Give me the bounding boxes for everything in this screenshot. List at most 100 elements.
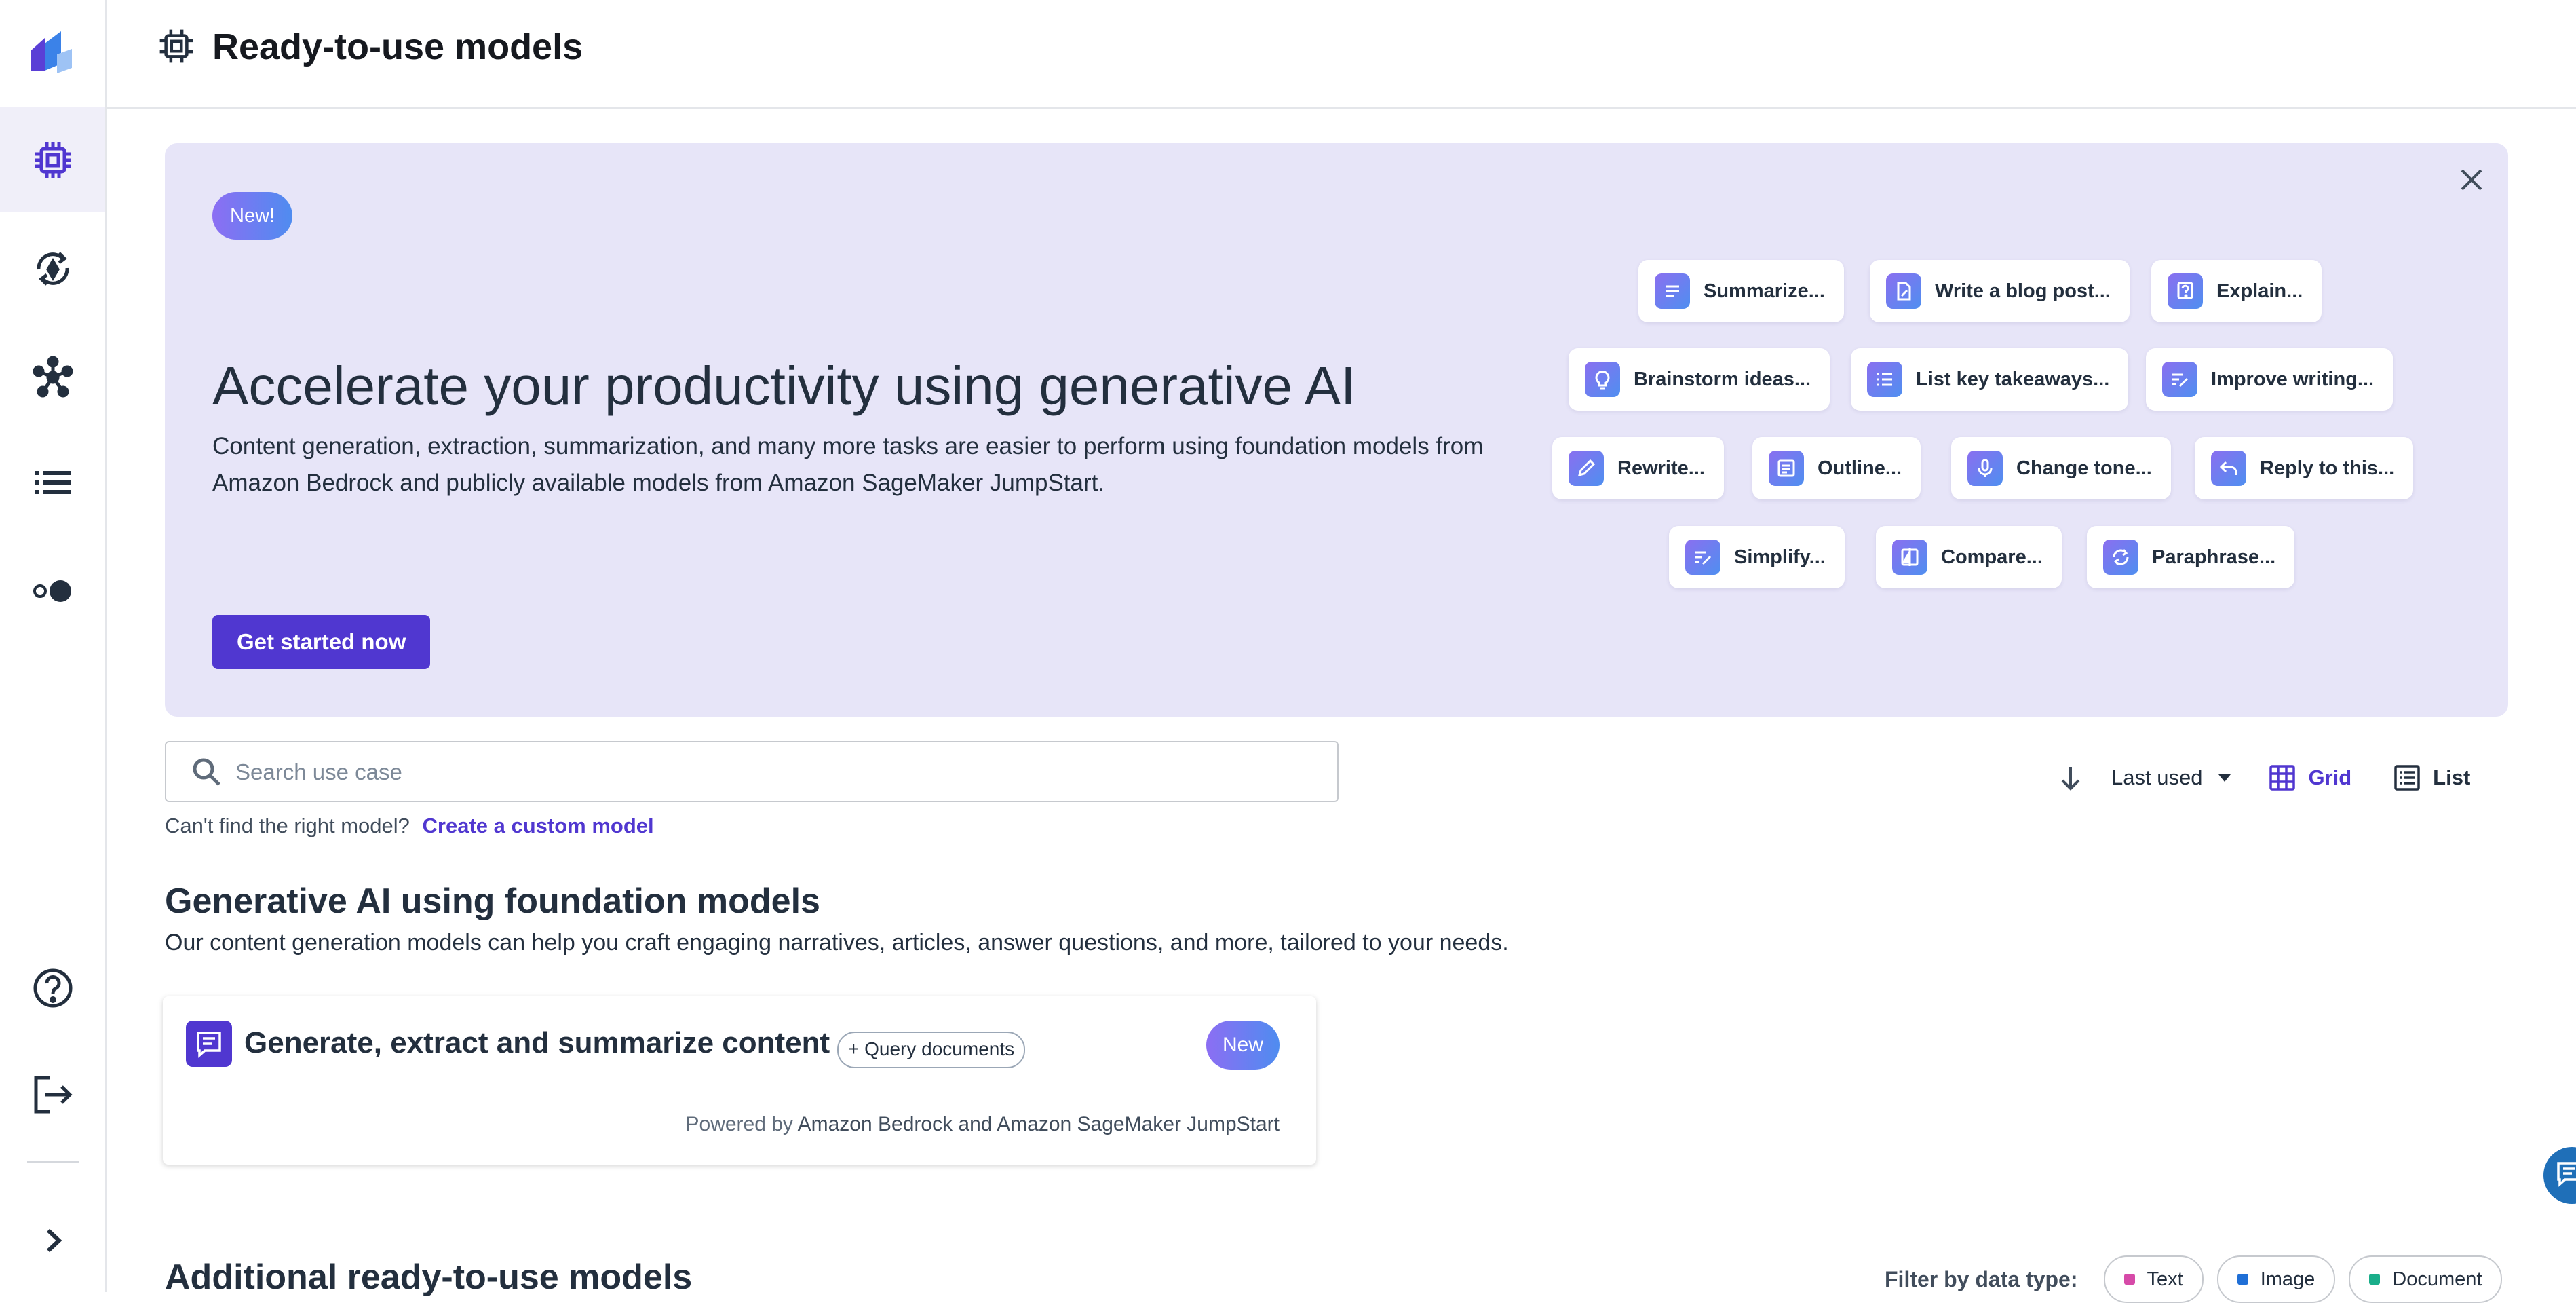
sort-direction-button[interactable] [2056, 763, 2085, 793]
sidebar-item-ready-to-use-models[interactable] [0, 107, 105, 212]
prompt-chip-label: Outline... [1818, 457, 1902, 479]
foundation-section-description: Our content generation models can help y… [165, 930, 1509, 956]
filter-chip-label: Image [2260, 1268, 2315, 1290]
prompt-chip-label: Brainstorm ideas... [1634, 368, 1811, 390]
refresh-model-icon [36, 251, 69, 286]
prompt-chip-summarize[interactable]: Summarize... [1638, 260, 1844, 322]
text-color-dot [2123, 1274, 2135, 1285]
generative-ai-banner: New! Accelerate your productivity using … [165, 143, 2508, 717]
prompt-chip-outline[interactable]: Outline... [1752, 437, 1921, 499]
search-icon [193, 758, 220, 786]
sidebar-item-data-wrangler[interactable] [0, 324, 105, 430]
sort-select-value: Last used [2111, 766, 2203, 789]
chip-icon [34, 141, 71, 178]
document-edit-icon [1886, 273, 1921, 309]
image-color-dot [2237, 1274, 2248, 1285]
sidebar-expand[interactable] [0, 1188, 105, 1293]
bullet-list-icon [1867, 362, 1902, 397]
filter-chip-label: Document [2392, 1268, 2482, 1290]
prompt-chip-paraphrase[interactable]: Paraphrase... [2087, 526, 2295, 588]
microphone-icon [1967, 451, 2003, 486]
sidebar [0, 0, 107, 1292]
new-badge: New! [212, 192, 293, 240]
prompt-chip-brainstorm[interactable]: Brainstorm ideas... [1569, 348, 1830, 411]
chip-icon [159, 29, 193, 63]
powered-by-value: Amazon Bedrock and Amazon SageMaker Jump… [797, 1113, 1280, 1135]
outline-icon [1769, 451, 1804, 486]
arrow-down-icon [2061, 767, 2080, 791]
prompt-chip-list-takeaways[interactable]: List key takeaways... [1851, 348, 2129, 411]
filter-chip-label: Text [2147, 1268, 2183, 1290]
sidebar-item-help[interactable] [0, 935, 105, 1040]
prompt-chip-label: Reply to this... [2260, 457, 2395, 479]
reply-icon [2211, 451, 2246, 486]
expand-chevron-icon [46, 1228, 62, 1252]
canvas-logo[interactable] [27, 29, 76, 77]
search-input[interactable] [234, 742, 1322, 802]
list-view-icon [2394, 765, 2420, 791]
prompt-chip-rewrite[interactable]: Rewrite... [1552, 437, 1724, 499]
prompt-chip-label: Write a blog post... [1935, 280, 2111, 302]
sort-select[interactable]: Last used [2111, 766, 2233, 790]
list-view-toggle[interactable]: List [2392, 763, 2470, 793]
sidebar-item-sign-out[interactable] [0, 1042, 105, 1147]
grid-icon [2269, 765, 2296, 791]
prompt-chip-improve-writing[interactable]: Improve writing... [2146, 348, 2394, 411]
lines-icon [1655, 273, 1690, 309]
sidebar-item-datasets[interactable] [0, 430, 105, 535]
card-title: Generate, extract and summarize content [244, 1026, 830, 1059]
lightbulb-icon [1585, 362, 1620, 397]
prompt-chip-change-tone[interactable]: Change tone... [1951, 437, 2171, 499]
prompt-chip-write-blog-post[interactable]: Write a blog post... [1870, 260, 2130, 322]
custom-model-helper: Can't find the right model? Create a cus… [165, 814, 654, 838]
filter-chip-document[interactable]: Document [2349, 1255, 2503, 1303]
list-view-label: List [2433, 766, 2471, 789]
banner-description: Content generation, extraction, summariz… [212, 433, 1484, 496]
prompt-chip-label: Compare... [1941, 546, 2043, 568]
generate-content-card[interactable]: Generate, extract and summarize content … [163, 996, 1316, 1165]
query-documents-tag: + Query documents [837, 1032, 1026, 1068]
network-nodes-icon [33, 356, 73, 397]
compare-icon [1892, 540, 1927, 575]
text-edit-icon [2162, 362, 2197, 397]
foundation-section-title: Generative AI using foundation models [165, 882, 820, 921]
sign-out-icon [34, 1076, 73, 1113]
page-title: Ready-to-use models [212, 26, 583, 67]
prompt-chip-explain[interactable]: Explain... [2151, 260, 2322, 322]
filter-label: Filter by data type: [1885, 1266, 2078, 1291]
sort-view-controls: Last used Grid List [2056, 759, 2470, 797]
document-color-dot [2369, 1274, 2381, 1285]
prompt-chip-compare[interactable]: Compare... [1876, 526, 2062, 588]
list-icon [34, 470, 71, 494]
grid-view-label: Grid [2308, 766, 2352, 789]
prompt-chip-reply[interactable]: Reply to this... [2195, 437, 2414, 499]
question-icon [2168, 273, 2203, 309]
text-edit-icon [1685, 540, 1720, 575]
prompt-chip-simplify[interactable]: Simplify... [1669, 526, 1845, 588]
grid-view-toggle[interactable]: Grid [2267, 763, 2351, 793]
data-type-filter: Filter by data type: Text Image Document [1885, 1255, 2503, 1303]
help-icon [33, 968, 72, 1007]
close-icon[interactable] [2455, 164, 2488, 196]
powered-by-text: Powered by Amazon Bedrock and Amazon Sag… [686, 1113, 1280, 1136]
pencil-icon [1569, 451, 1604, 486]
filter-chip-image[interactable]: Image [2216, 1255, 2336, 1303]
chat-lines-icon [186, 1021, 232, 1067]
cycle-icon [2103, 540, 2138, 575]
sidebar-item-ml-ops[interactable] [0, 538, 105, 643]
powered-by-prefix: Powered by [685, 1113, 793, 1135]
create-custom-model-link[interactable]: Create a custom model [423, 814, 654, 837]
chat-feedback-button[interactable] [2543, 1147, 2576, 1204]
sidebar-item-my-models[interactable] [0, 216, 105, 321]
chat-icon [2557, 1162, 2576, 1187]
get-started-button[interactable]: Get started now [212, 615, 431, 669]
additional-section-title: Additional ready-to-use models [165, 1258, 693, 1297]
prompt-chip-label: Simplify... [1734, 546, 1826, 568]
prompt-chip-label: List key takeaways... [1916, 368, 2110, 390]
sidebar-divider [27, 1161, 79, 1163]
filter-chip-text[interactable]: Text [2103, 1255, 2204, 1303]
toggle-dots-icon [33, 580, 71, 602]
prompt-chip-label: Summarize... [1704, 280, 1825, 302]
banner-heading: Accelerate your productivity using gener… [212, 356, 1356, 416]
prompt-chip-label: Paraphrase... [2152, 546, 2276, 568]
